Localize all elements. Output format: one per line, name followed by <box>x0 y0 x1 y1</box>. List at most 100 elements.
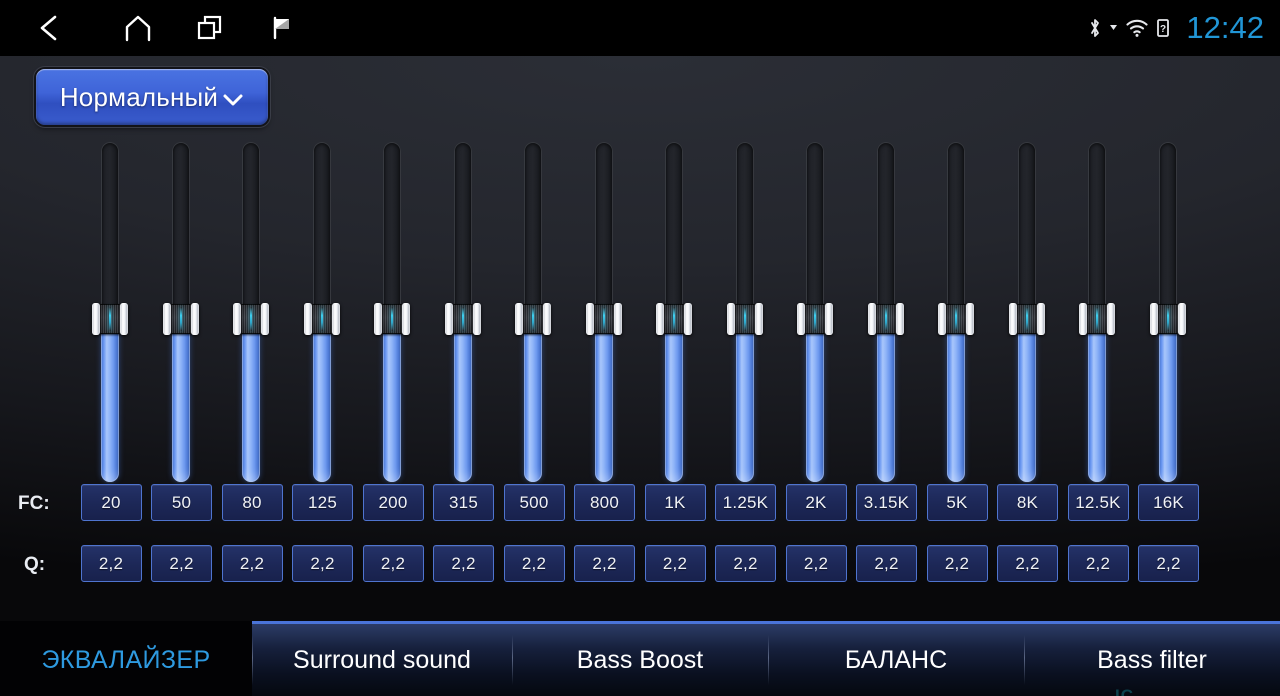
band-slider-group <box>0 56 1280 482</box>
q-value-cell[interactable]: 2,2 <box>785 545 847 582</box>
slider-thumb[interactable] <box>726 302 763 335</box>
tab-item[interactable]: Surround sound <box>252 624 512 696</box>
slider-thumb-cap-right <box>543 302 551 335</box>
slider-thumb[interactable] <box>938 302 974 335</box>
band-slider[interactable] <box>867 142 904 482</box>
flag-icon[interactable] <box>254 0 310 56</box>
fc-value-cell[interactable]: 500 <box>503 484 565 521</box>
q-value-cell[interactable]: 2,2 <box>503 545 565 582</box>
slider-fill <box>171 318 190 482</box>
q-value-cell[interactable]: 2,2 <box>644 545 706 582</box>
band-slider[interactable] <box>233 142 269 482</box>
q-value-cell[interactable]: 2,2 <box>574 545 635 582</box>
band-slider[interactable] <box>656 142 692 482</box>
band-slider[interactable] <box>444 142 481 482</box>
band-slider[interactable] <box>1008 142 1045 482</box>
slider-thumb-cap-left <box>1079 302 1087 335</box>
slider-thumb-cap-left <box>162 302 171 335</box>
slider-thumb-cap-right <box>402 302 410 335</box>
fc-value-cell[interactable]: 2K <box>785 484 847 521</box>
slider-thumb-gleam <box>109 306 111 331</box>
slider-thumb[interactable] <box>233 302 269 335</box>
band-slider[interactable] <box>938 142 974 482</box>
slider-thumb[interactable] <box>656 302 692 335</box>
fc-value-cell[interactable]: 12.5K <box>1067 484 1129 521</box>
slider-fill <box>947 318 965 482</box>
watermark: IC <box>1115 686 1134 696</box>
slider-thumb[interactable] <box>444 302 481 335</box>
slider-thumb-cap-left <box>444 302 453 335</box>
slider-thumb-gleam <box>179 306 182 331</box>
slider-thumb[interactable] <box>1008 302 1045 335</box>
band-slider[interactable] <box>303 142 340 482</box>
tab-item[interactable]: Bass Boost <box>512 624 768 696</box>
fc-row-label: FC: <box>18 493 50 514</box>
q-value-cell[interactable]: 2,2 <box>1067 545 1129 582</box>
q-value-cell[interactable]: 2,2 <box>997 545 1058 582</box>
recents-icon[interactable] <box>182 0 238 56</box>
slider-thumb-cap-right <box>120 302 128 335</box>
slider-thumb-cap-left <box>374 302 382 335</box>
slider-thumb-gleam <box>955 306 957 331</box>
slider-thumb[interactable] <box>1149 302 1186 335</box>
slider-fill <box>524 318 542 482</box>
tab-item[interactable]: Bass filter <box>1024 624 1280 696</box>
tab-item[interactable]: БАЛАНС <box>768 624 1024 696</box>
fc-value-cell[interactable]: 200 <box>362 484 424 521</box>
slider-thumb-cap-left <box>656 302 664 335</box>
slider-thumb-cap-right <box>1107 302 1115 335</box>
fc-value-cell[interactable]: 50 <box>151 484 212 521</box>
home-icon[interactable] <box>110 0 166 56</box>
slider-thumb[interactable] <box>92 302 128 335</box>
q-value-cell[interactable]: 2,2 <box>856 545 917 582</box>
slider-thumb[interactable] <box>867 302 904 335</box>
band-slider[interactable] <box>1079 142 1115 482</box>
slider-thumb-cap-left <box>233 302 241 335</box>
slider-thumb-cap-left <box>867 302 876 335</box>
q-value-cell[interactable]: 2,2 <box>151 545 212 582</box>
q-value-cell[interactable]: 2,2 <box>715 545 776 582</box>
fc-value-cell[interactable]: 8K <box>997 484 1058 521</box>
q-value-cell[interactable]: 2,2 <box>433 545 494 582</box>
back-icon[interactable] <box>22 0 78 56</box>
slider-thumb[interactable] <box>585 302 622 335</box>
q-value-cell[interactable]: 2,2 <box>221 545 283 582</box>
band-slider[interactable] <box>1149 142 1186 482</box>
band-slider[interactable] <box>162 142 199 482</box>
q-value-cell[interactable]: 2,2 <box>926 545 988 582</box>
slider-thumb[interactable] <box>162 302 199 335</box>
fc-value-cell[interactable]: 1.25K <box>715 484 776 521</box>
slider-thumb[interactable] <box>374 302 410 335</box>
band-slider[interactable] <box>726 142 763 482</box>
fc-value-cell[interactable]: 3.15K <box>856 484 917 521</box>
q-value-cell[interactable]: 2,2 <box>362 545 424 582</box>
band-slider[interactable] <box>585 142 622 482</box>
slider-thumb-gleam <box>1166 306 1169 331</box>
q-value-cell[interactable]: 2,2 <box>292 545 353 582</box>
slider-thumb[interactable] <box>1079 302 1115 335</box>
slider-thumb[interactable] <box>797 302 833 335</box>
fc-value-cell[interactable]: 125 <box>292 484 353 521</box>
fc-value-cell[interactable]: 16K <box>1138 484 1199 521</box>
band-slider[interactable] <box>797 142 833 482</box>
band-slider[interactable] <box>374 142 410 482</box>
slider-thumb[interactable] <box>303 302 340 335</box>
fc-value-cell[interactable]: 1K <box>644 484 706 521</box>
slider-fill <box>383 318 401 482</box>
q-value-cell[interactable]: 2,2 <box>80 545 142 582</box>
fc-value-cell[interactable]: 315 <box>433 484 494 521</box>
band-slider[interactable] <box>92 142 128 482</box>
tab-active[interactable]: ЭКВАЛАЙЗЕР <box>0 624 252 696</box>
slider-thumb-cap-left <box>515 302 523 335</box>
slider-thumb-gleam <box>673 306 675 331</box>
fc-value-cell[interactable]: 800 <box>574 484 635 521</box>
slider-thumb-cap-left <box>585 302 594 335</box>
slider-thumb[interactable] <box>515 302 551 335</box>
fc-value-cell[interactable]: 5K <box>926 484 988 521</box>
q-value-cell[interactable]: 2,2 <box>1138 545 1199 582</box>
fc-value-cell[interactable]: 80 <box>221 484 283 521</box>
slider-thumb-cap-right <box>825 302 833 335</box>
fc-value-cell[interactable]: 20 <box>80 484 142 521</box>
band-slider[interactable] <box>515 142 551 482</box>
home-glyph <box>125 15 151 42</box>
